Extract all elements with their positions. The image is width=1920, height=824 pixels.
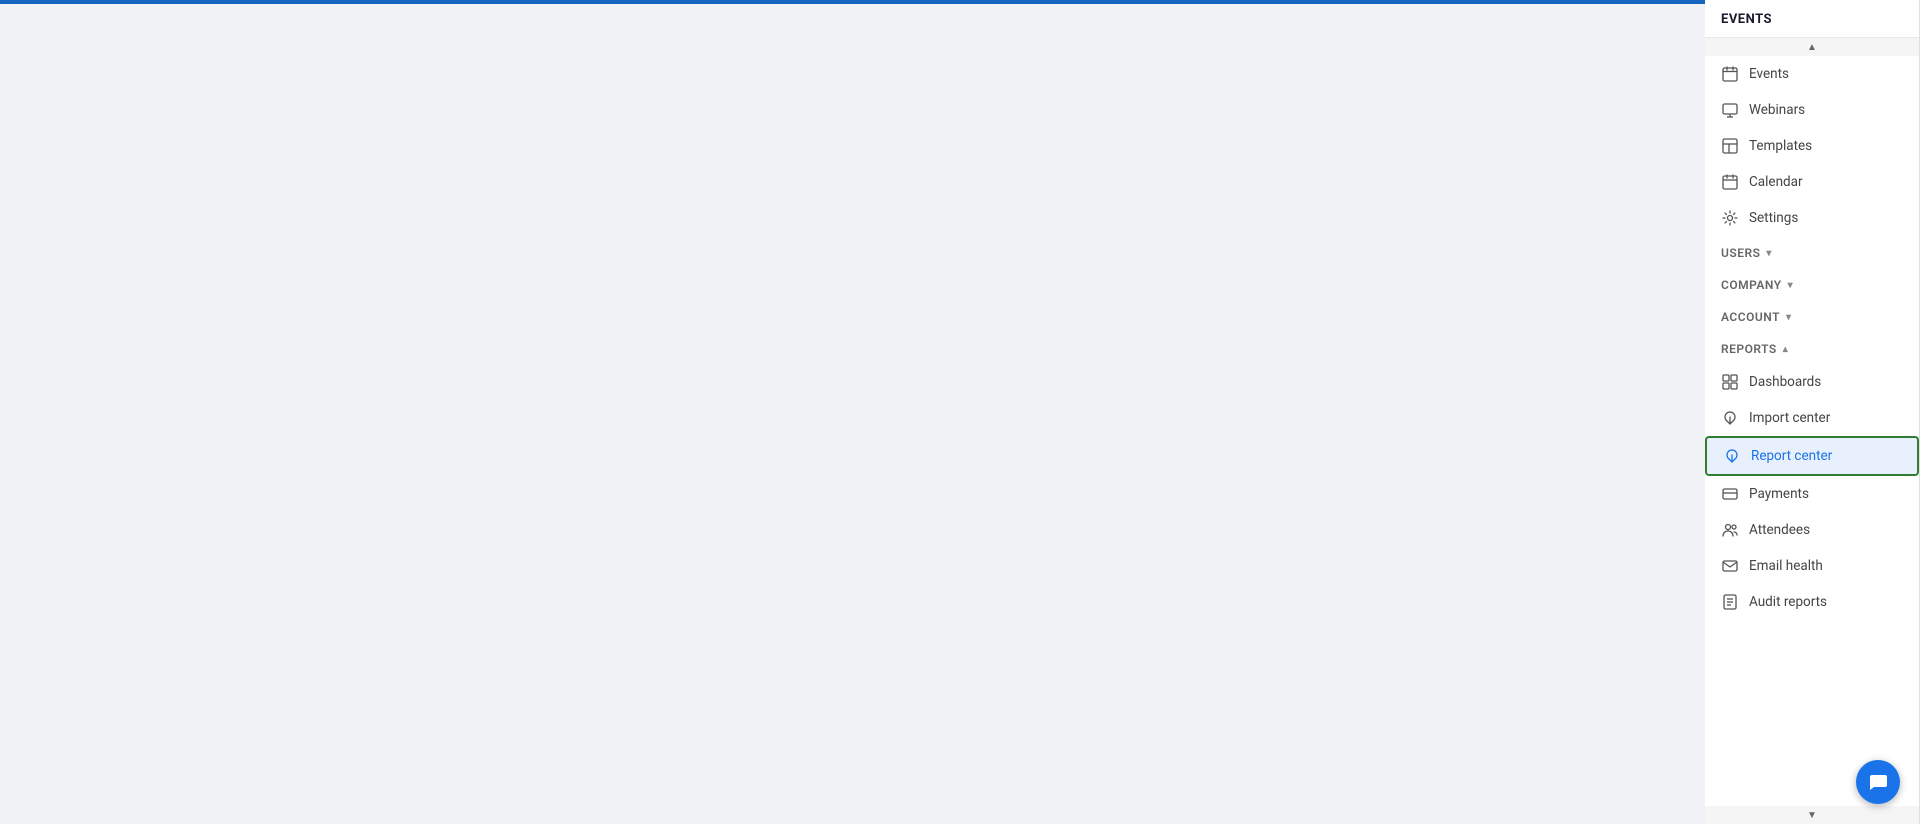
attendees-icon — [1721, 521, 1739, 539]
sidebar: EVENTS ▲ Events Webinars Templates — [1705, 0, 1920, 824]
report-center-icon — [1723, 447, 1741, 465]
import-center-icon — [1721, 409, 1739, 427]
reports-section-label: REPORTS — [1721, 342, 1777, 356]
templates-icon — [1721, 137, 1739, 155]
sidebar-item-label-templates: Templates — [1749, 138, 1812, 154]
sidebar-item-webinars[interactable]: Webinars — [1705, 92, 1919, 128]
sidebar-item-label-report-center: Report center — [1751, 448, 1832, 464]
dashboards-icon — [1721, 373, 1739, 391]
sidebar-item-events[interactable]: Events — [1705, 56, 1919, 92]
sidebar-item-label-attendees: Attendees — [1749, 522, 1810, 538]
users-section-label: USERS — [1721, 246, 1760, 260]
sidebar-item-label-payments: Payments — [1749, 486, 1809, 502]
sidebar-section-users[interactable]: USERS ▾ — [1705, 236, 1919, 268]
sidebar-header: EVENTS — [1705, 0, 1919, 38]
sidebar-item-email-health[interactable]: Email health — [1705, 548, 1919, 584]
top-bar — [0, 0, 1705, 4]
sidebar-scroll: Events Webinars Templates Calendar Setti — [1705, 56, 1919, 806]
calendar-icon — [1721, 173, 1739, 191]
payments-icon — [1721, 485, 1739, 503]
settings-icon — [1721, 209, 1739, 227]
sidebar-section-reports[interactable]: REPORTS ▴ — [1705, 332, 1919, 364]
account-chevron-icon: ▾ — [1786, 312, 1792, 323]
sidebar-item-label-events: Events — [1749, 66, 1789, 82]
sidebar-section-company[interactable]: COMPANY ▾ — [1705, 268, 1919, 300]
sidebar-item-label-import-center: Import center — [1749, 410, 1830, 426]
sidebar-item-calendar[interactable]: Calendar — [1705, 164, 1919, 200]
sidebar-item-label-audit-reports: Audit reports — [1749, 594, 1827, 610]
sidebar-section-account[interactable]: ACCOUNT ▾ — [1705, 300, 1919, 332]
sidebar-item-report-center[interactable]: Report center — [1705, 436, 1919, 476]
sidebar-item-audit-reports[interactable]: Audit reports — [1705, 584, 1919, 620]
users-chevron-icon: ▾ — [1766, 248, 1772, 259]
audit-reports-icon — [1721, 593, 1739, 611]
company-section-label: COMPANY — [1721, 278, 1782, 292]
sidebar-item-label-dashboards: Dashboards — [1749, 374, 1821, 390]
sidebar-item-label-email-health: Email health — [1749, 558, 1823, 574]
sidebar-item-label-webinars: Webinars — [1749, 102, 1805, 118]
account-section-label: ACCOUNT — [1721, 310, 1780, 324]
sidebar-item-payments[interactable]: Payments — [1705, 476, 1919, 512]
email-health-icon — [1721, 557, 1739, 575]
webinars-icon — [1721, 101, 1739, 119]
sidebar-item-dashboards[interactable]: Dashboards — [1705, 364, 1919, 400]
sidebar-item-settings[interactable]: Settings — [1705, 200, 1919, 236]
scroll-down-arrow[interactable]: ▼ — [1705, 806, 1919, 824]
chat-bubble[interactable] — [1856, 760, 1900, 804]
sidebar-item-attendees[interactable]: Attendees — [1705, 512, 1919, 548]
events-icon — [1721, 65, 1739, 83]
sidebar-item-label-settings: Settings — [1749, 210, 1798, 226]
scroll-up-arrow[interactable]: ▲ — [1705, 38, 1919, 56]
sidebar-item-templates[interactable]: Templates — [1705, 128, 1919, 164]
company-chevron-icon: ▾ — [1788, 280, 1794, 291]
sidebar-item-import-center[interactable]: Import center — [1705, 400, 1919, 436]
sidebar-item-label-calendar: Calendar — [1749, 174, 1803, 190]
reports-chevron-icon: ▴ — [1783, 344, 1789, 355]
